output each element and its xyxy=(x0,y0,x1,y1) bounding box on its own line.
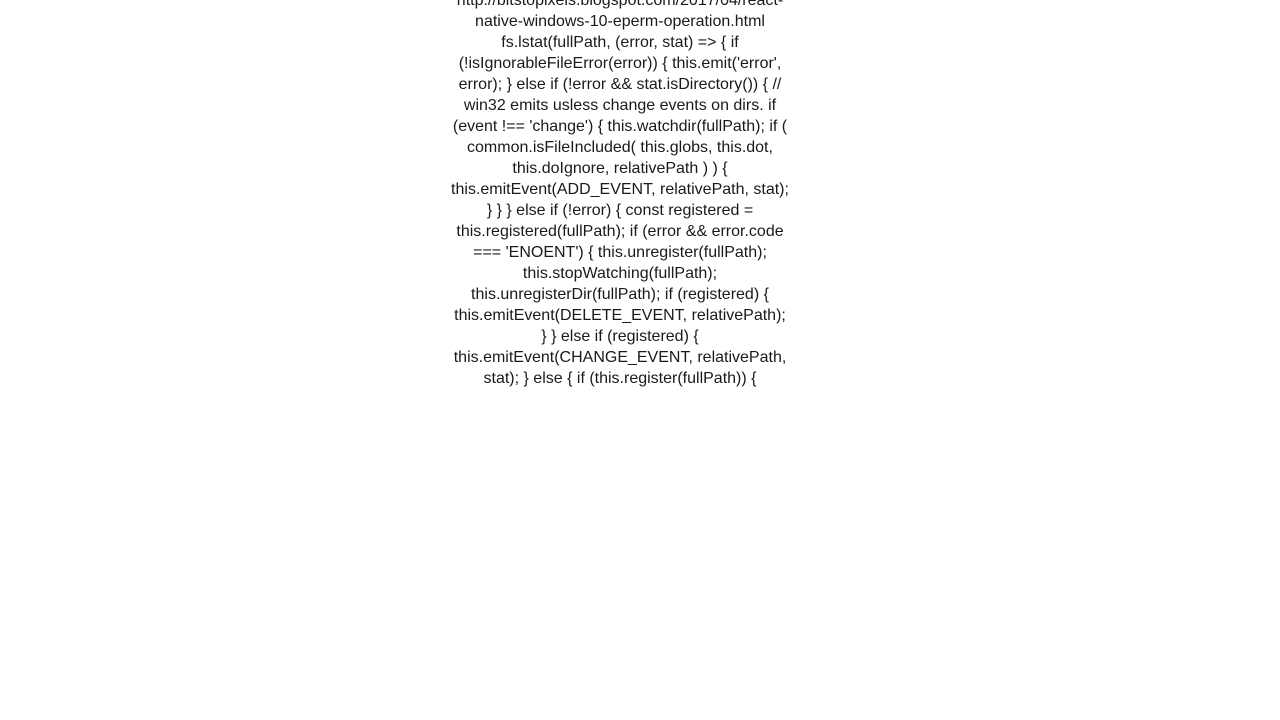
code-text-block: = path.join(path.relative(this.root, dir… xyxy=(450,0,790,389)
viewport: = path.join(path.relative(this.root, dir… xyxy=(0,0,1280,720)
